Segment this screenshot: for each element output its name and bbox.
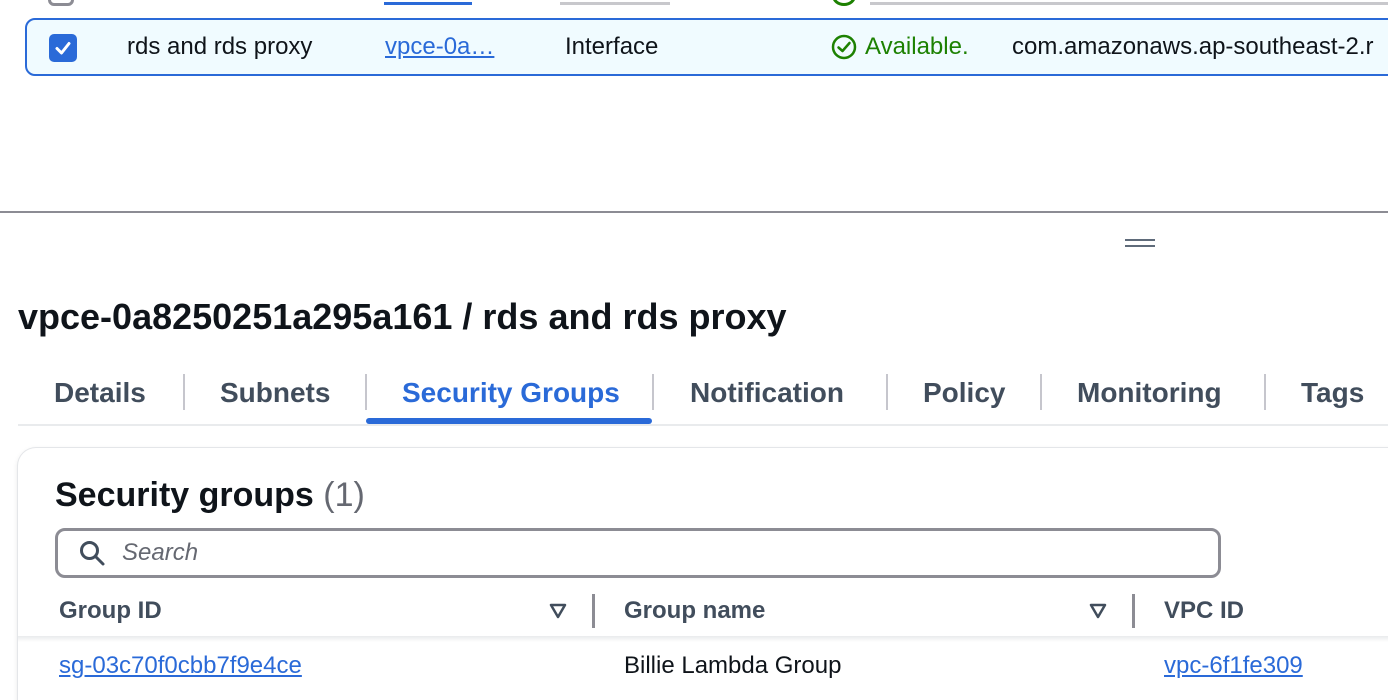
tab-details[interactable]: Details [54,362,146,424]
endpoint-row-selected[interactable]: rds and rds proxy vpce-0a… Interface Ava… [25,18,1388,76]
tab-separator [652,374,654,410]
previous-row-text [870,2,1388,5]
active-tab-indicator [366,418,652,424]
group-id-link[interactable]: sg-03c70f0cbb7f9e4ce [59,644,302,688]
status-available-icon [832,0,856,6]
column-header-group-id[interactable]: Group ID [59,588,162,634]
tab-security-groups[interactable]: Security Groups [402,362,620,424]
column-resizer[interactable] [592,594,595,628]
tab-separator [1264,374,1266,410]
checkbox-checked-icon[interactable] [49,34,77,62]
tab-monitoring[interactable]: Monitoring [1077,362,1222,424]
security-groups-heading: Security groups (1) [55,476,365,515]
endpoint-type: Interface [565,33,659,60]
tab-notification[interactable]: Notification [690,362,844,424]
previous-row-text [560,2,670,5]
tab-tags[interactable]: Tags [1301,362,1364,424]
checkbox-unchecked-icon[interactable] [48,0,74,6]
search-icon [80,541,105,566]
status-available-icon [831,34,857,60]
column-header-group-name[interactable]: Group name [624,588,765,634]
security-groups-container: Security groups (1) Group ID Group name … [18,448,1388,700]
endpoint-id-link[interactable]: vpce-0a… [385,20,515,74]
split-panel-divider [0,211,1388,213]
drag-handle-icon[interactable] [1123,236,1157,250]
tab-separator [365,374,367,410]
endpoint-name: rds and rds proxy [127,33,313,60]
sort-icon[interactable] [549,603,567,619]
tab-separator [183,374,185,410]
tab-policy[interactable]: Policy [923,362,1005,424]
vpc-id-link[interactable]: vpc-6f1fe309 [1164,644,1303,688]
endpoint-service-name: com.amazonaws.ap-southeast-2.r [1012,33,1374,60]
previous-table-row [0,0,1388,14]
panel-title: vpce-0a8250251a295a161 / rds and rds pro… [18,296,787,337]
endpoint-status-text: Available. [865,33,969,60]
endpoint-status: Available. [831,20,1001,74]
table-header-shadow [18,636,1388,642]
security-groups-heading-text: Security groups [55,476,314,514]
previous-row-link[interactable] [384,2,472,5]
tab-separator [1040,374,1042,410]
tab-subnets[interactable]: Subnets [220,362,330,424]
column-resizer[interactable] [1132,594,1135,628]
search-input[interactable] [122,539,1122,567]
security-groups-count: (1) [323,476,365,514]
tab-separator [886,374,888,410]
sort-icon[interactable] [1089,603,1107,619]
column-header-vpc-id[interactable]: VPC ID [1164,588,1244,634]
tab-bar: Details Subnets Security Groups Notifica… [18,362,1388,426]
search-field[interactable] [55,528,1221,578]
group-name-cell: Billie Lambda Group [624,652,842,679]
